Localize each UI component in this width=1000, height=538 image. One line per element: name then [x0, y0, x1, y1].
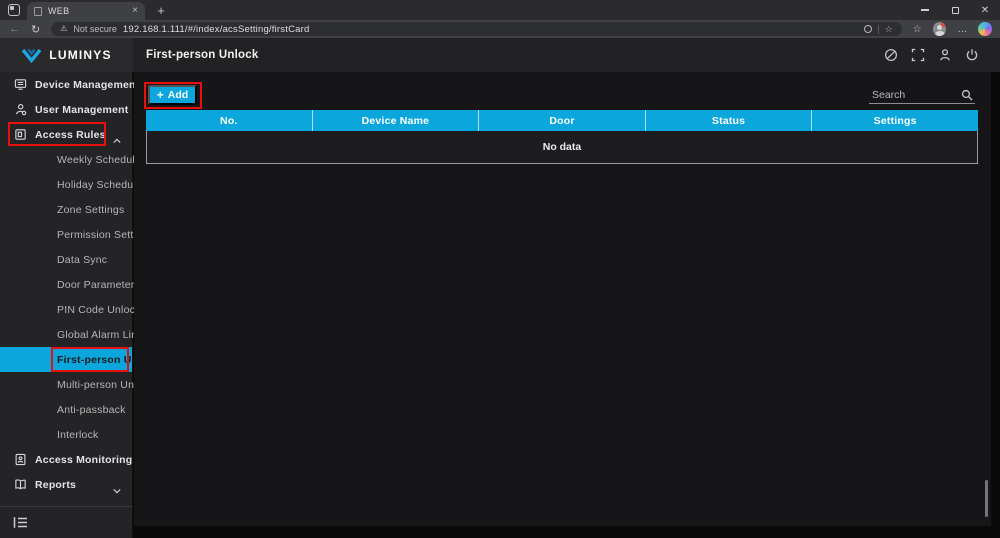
column-header-settings: Settings — [812, 110, 978, 131]
theme-icon[interactable] — [884, 48, 898, 62]
notification-badge — [941, 22, 946, 27]
access-icon — [14, 128, 27, 141]
copilot-icon[interactable] — [978, 22, 992, 36]
sidebar-item-label: Access Rules — [35, 129, 106, 141]
minimize-icon — [921, 9, 929, 10]
sidebar-item-data-sync[interactable]: Data Sync — [0, 247, 132, 272]
more-menu-icon[interactable]: … — [957, 24, 967, 35]
data-table: No.Device NameDoorStatusSettings No data — [146, 110, 978, 164]
sidebar-item-label: Weekly Schedule — [57, 154, 141, 166]
column-header-device-name: Device Name — [313, 110, 480, 131]
sidebar-item-holiday-schedule[interactable]: Holiday Schedule — [0, 172, 132, 197]
minimize-button[interactable] — [910, 0, 940, 20]
search-input[interactable] — [869, 87, 975, 105]
plus-icon: + — [157, 89, 164, 101]
sidebar-item-permission-settings[interactable]: Permission Settings — [0, 222, 132, 247]
refresh-icon[interactable]: ↻ — [31, 23, 40, 36]
sidebar-menu: Device Management User Management Access R… — [0, 72, 132, 497]
bookmark-star-icon[interactable]: ☆ — [885, 24, 893, 35]
scrollbar-thumb[interactable] — [985, 480, 988, 517]
device-icon — [14, 78, 27, 91]
sidebar-item-label: Holiday Schedule — [57, 179, 142, 191]
brand-name: LUMINYS — [49, 48, 111, 62]
sidebar-item-zone-settings[interactable]: Zone Settings — [0, 197, 132, 222]
sidebar-item-label: Reports — [35, 479, 76, 491]
sidebar-item-label: Zone Settings — [57, 204, 124, 216]
tab-favicon-icon — [34, 7, 42, 16]
add-button[interactable]: + Add — [148, 85, 197, 105]
brand-logo-area: LUMINYS — [0, 38, 133, 72]
column-header-door: Door — [479, 110, 646, 131]
table-empty-row: No data — [146, 131, 978, 164]
sidebar-item-label: User Management — [35, 104, 128, 116]
fullscreen-icon[interactable] — [911, 48, 925, 62]
sidebar-item-access-rules[interactable]: Access Rules — [0, 122, 132, 147]
divider — [878, 25, 879, 34]
chevron-up-icon — [113, 131, 121, 139]
collapse-menu-icon[interactable] — [13, 516, 28, 529]
search-field — [869, 85, 975, 104]
sidebar-item-weekly-schedule[interactable]: Weekly Schedule — [0, 147, 132, 172]
sidebar-footer — [0, 506, 133, 538]
sidebar-item-access-monitoring[interactable]: Access Monitoring — [0, 447, 132, 472]
search-icon[interactable] — [961, 88, 973, 100]
sidebar-item-multi-person-unlock[interactable]: Multi-person Unlock — [0, 372, 132, 397]
sidebar-item-label: Anti-passback — [57, 404, 126, 416]
sidebar-item-label: Interlock — [57, 429, 98, 441]
sidebar-item-label: Access Monitoring — [35, 454, 132, 466]
luminys-logo-icon — [21, 48, 42, 63]
browser-tab[interactable]: WEB × — [27, 2, 145, 20]
profile-avatar[interactable] — [933, 22, 947, 36]
browser-url-bar: ← ↻ ⚠ Not secure 192.168.1.111/#/index/a… — [0, 20, 1000, 38]
close-window-button[interactable]: ✕ — [970, 0, 1000, 20]
sidebar-item-label: PIN Code Unlock — [57, 304, 141, 316]
main-content: + Add No.Device NameDoorStatusSettings N… — [134, 72, 991, 526]
new-tab-button[interactable]: + — [152, 1, 170, 19]
address-bar[interactable]: ⚠ Not secure 192.168.1.111/#/index/acsSe… — [51, 22, 902, 36]
security-label: Not secure — [73, 24, 117, 34]
sidebar-item-device-management[interactable]: Device Management — [0, 72, 132, 97]
app-header: LUMINYS First-person Unlock — [0, 38, 1000, 72]
reader-icon[interactable] — [864, 25, 872, 33]
reports-icon — [14, 478, 27, 491]
column-header-status: Status — [646, 110, 813, 131]
sidebar-item-label: Device Management — [35, 79, 139, 91]
sidebar-item-global-alarm-linkage[interactable]: Global Alarm Linkage — [0, 322, 132, 347]
monitoring-icon — [14, 453, 27, 466]
browser-tab-strip: WEB × + ✕ — [0, 0, 1000, 20]
sidebar-item-pin-code-unlock[interactable]: PIN Code Unlock — [0, 297, 132, 322]
table-header-row: No.Device NameDoorStatusSettings — [146, 110, 978, 131]
tab-actions-icon[interactable] — [8, 4, 20, 16]
sidebar-item-door-parameters[interactable]: Door Parameters — [0, 272, 132, 297]
sidebar: Device Management User Management Access R… — [0, 72, 133, 538]
sidebar-item-reports[interactable]: Reports — [0, 472, 132, 497]
favorites-bar-icon[interactable]: ☆ — [913, 24, 922, 35]
maximize-button[interactable] — [940, 0, 970, 20]
url-text: 192.168.1.111/#/index/acsSetting/firstCa… — [123, 24, 858, 35]
back-icon[interactable]: ← — [9, 23, 20, 35]
window-controls: ✕ — [910, 0, 1000, 20]
close-icon: ✕ — [981, 5, 989, 16]
sidebar-item-first-person-unlock[interactable]: First-person Unlock — [0, 347, 132, 372]
sidebar-item-label: Data Sync — [57, 254, 107, 266]
power-icon[interactable] — [965, 48, 979, 62]
header-icons — [884, 38, 979, 72]
chevron-down-icon — [113, 481, 121, 489]
sidebar-item-label: Door Parameters — [57, 279, 140, 291]
user-account-icon[interactable] — [938, 48, 952, 62]
tab-title: WEB — [48, 6, 126, 16]
sidebar-item-interlock[interactable]: Interlock — [0, 422, 132, 447]
not-secure-warning-icon: ⚠ — [60, 25, 67, 33]
column-header-no: No. — [146, 110, 313, 131]
user-icon — [14, 103, 27, 116]
maximize-icon — [952, 7, 959, 14]
sidebar-item-user-management[interactable]: User Management — [0, 97, 132, 122]
sidebar-item-anti-passback[interactable]: Anti-passback — [0, 397, 132, 422]
tab-close-icon[interactable]: × — [132, 6, 138, 16]
page-title: First-person Unlock — [146, 38, 258, 72]
no-data-label: No data — [543, 141, 582, 153]
